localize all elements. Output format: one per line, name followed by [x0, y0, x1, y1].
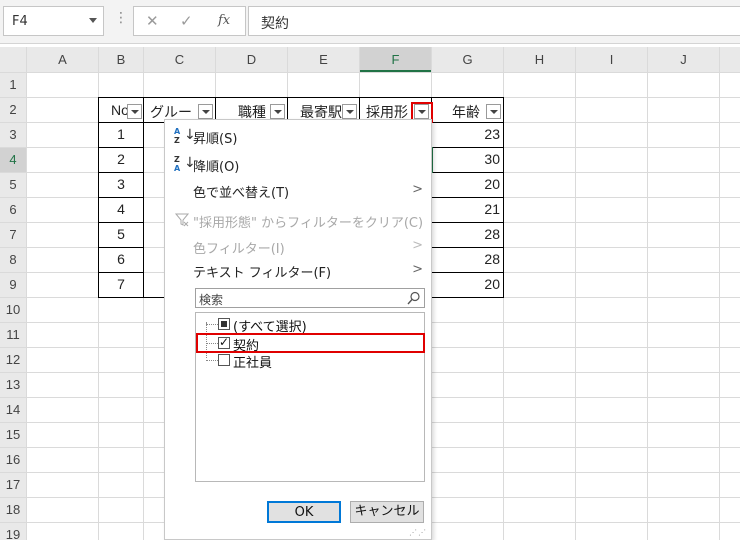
menu-color-filter: 色フィルター(I) > [165, 234, 431, 258]
row-header-1[interactable]: 1 [0, 73, 26, 97]
chevron-right-icon: > [412, 238, 423, 253]
select-all-corner[interactable] [0, 47, 26, 72]
menu-label: テキスト フィルター(F) [193, 266, 332, 281]
cell-no[interactable]: 4 [99, 201, 143, 217]
autofilter-menu: A Z ↓ 昇順(S) Z A ↓ 降順(O) 色で並べ替え(T) > "採用形… [164, 119, 432, 540]
row-header-18[interactable]: 18 [0, 498, 26, 522]
menu-sort-ascending[interactable]: A Z ↓ 昇順(S) [165, 124, 431, 148]
row-header-12[interactable]: 12 [0, 348, 26, 372]
sort-ascending-icon: A Z ↓ [174, 127, 196, 145]
search-icon [407, 291, 420, 305]
more-dots-icon: ⋮ [114, 10, 128, 26]
row-header-15[interactable]: 15 [0, 423, 26, 447]
menu-label: 色で並べ替え(T) [193, 186, 290, 201]
header-age: 年齢 [452, 104, 480, 120]
formula-bar: F4 ⋮ ✕ ✓ fx 契約 [0, 0, 740, 44]
cell-age[interactable]: 30 [432, 151, 503, 167]
tree-connector [206, 324, 218, 325]
row-header-17[interactable]: 17 [0, 473, 26, 497]
cell-age[interactable]: 28 [432, 251, 503, 267]
row-header-19[interactable]: 19 [0, 523, 26, 540]
cell-age[interactable]: 20 [432, 176, 503, 192]
menu-label: 色フィルター(I) [193, 242, 285, 257]
cancel-button[interactable]: キャンセル [350, 501, 424, 523]
chevron-down-icon[interactable] [89, 18, 97, 23]
row-header-14[interactable]: 14 [0, 398, 26, 422]
row-header-13[interactable]: 13 [0, 373, 26, 397]
cell-age[interactable]: 20 [432, 276, 503, 292]
filter-dropdown-group[interactable] [198, 104, 213, 119]
chevron-right-icon: > [412, 262, 423, 277]
menu-clear-filter: "採用形態" からフィルターをクリア(C) [165, 208, 431, 232]
cell-no[interactable]: 1 [99, 126, 143, 142]
cell-no[interactable]: 6 [99, 251, 143, 267]
insert-function-icon[interactable]: fx [218, 13, 230, 28]
filter-dropdown-age[interactable] [486, 104, 501, 119]
row-header-2[interactable]: 2 [0, 98, 26, 122]
row-header-9[interactable]: 9 [0, 273, 26, 297]
clear-filter-icon [175, 213, 189, 227]
cell-age[interactable]: 23 [432, 126, 503, 142]
column-header-a[interactable]: A [27, 47, 98, 72]
column-header-d[interactable]: D [216, 47, 287, 72]
row-header-11[interactable]: 11 [0, 323, 26, 347]
select-all-checkbox[interactable] [218, 318, 230, 330]
cell-age[interactable]: 21 [432, 201, 503, 217]
full-time-checkbox[interactable] [218, 354, 230, 366]
cell-age[interactable]: 28 [432, 226, 503, 242]
name-box-value: F4 [12, 14, 28, 29]
column-header-k[interactable] [720, 47, 740, 72]
tree-connector [206, 360, 218, 361]
filter-dropdown-no[interactable] [127, 104, 142, 119]
formula-input[interactable]: 契約 [248, 6, 740, 36]
column-header-f[interactable]: F [360, 47, 431, 72]
sort-descending-icon: Z A ↓ [174, 155, 196, 173]
menu-label: "採用形態" からフィルターをクリア(C) [193, 216, 424, 231]
column-header-i[interactable]: I [576, 47, 647, 72]
row-header-4[interactable]: 4 [0, 148, 26, 172]
name-box[interactable]: F4 [3, 6, 104, 36]
cell-no[interactable]: 7 [99, 276, 143, 292]
list-item-full-time[interactable]: 正社員 [196, 351, 424, 371]
chevron-right-icon: > [412, 182, 423, 197]
column-header-j[interactable]: J [648, 47, 719, 72]
cancel-icon[interactable]: ✕ [146, 12, 159, 30]
column-header-g[interactable]: G [432, 47, 503, 72]
row-header-10[interactable]: 10 [0, 298, 26, 322]
resize-grip-icon[interactable]: ⋰⋰ [409, 528, 427, 537]
list-item-select-all[interactable]: (すべて選択) [196, 315, 424, 335]
selection-highlight-box [196, 333, 425, 353]
column-header-h[interactable]: H [504, 47, 575, 72]
column-header-e[interactable]: E [288, 47, 359, 72]
search-placeholder: 検索 [199, 293, 224, 307]
column-header-c[interactable]: C [144, 47, 215, 72]
menu-label: 昇順(S) [193, 132, 238, 147]
enter-icon[interactable]: ✓ [180, 12, 193, 30]
column-header-b[interactable]: B [99, 47, 143, 72]
menu-label: 降順(O) [193, 160, 240, 175]
ok-button[interactable]: OK [267, 501, 341, 523]
menu-text-filter[interactable]: テキスト フィルター(F) > [165, 258, 431, 282]
row-header-5[interactable]: 5 [0, 173, 26, 197]
cell-no[interactable]: 5 [99, 226, 143, 242]
row-header-8[interactable]: 8 [0, 248, 26, 272]
menu-sort-descending[interactable]: Z A ↓ 降順(O) [165, 152, 431, 176]
formula-value: 契約 [261, 16, 289, 32]
formula-buttons: ✕ ✓ fx [133, 6, 246, 36]
menu-sort-by-color[interactable]: 色で並べ替え(T) > [165, 178, 431, 202]
list-item-label: 正社員 [233, 356, 273, 371]
cell-no[interactable]: 3 [99, 176, 143, 192]
row-header-3[interactable]: 3 [0, 123, 26, 147]
row-header-16[interactable]: 16 [0, 448, 26, 472]
row-header-7[interactable]: 7 [0, 223, 26, 247]
filter-search-input[interactable]: 検索 [195, 288, 425, 308]
cell-no[interactable]: 2 [99, 151, 143, 167]
row-header-6[interactable]: 6 [0, 198, 26, 222]
filter-dropdown-station[interactable] [342, 104, 357, 119]
filter-dropdown-job-type[interactable] [270, 104, 285, 119]
